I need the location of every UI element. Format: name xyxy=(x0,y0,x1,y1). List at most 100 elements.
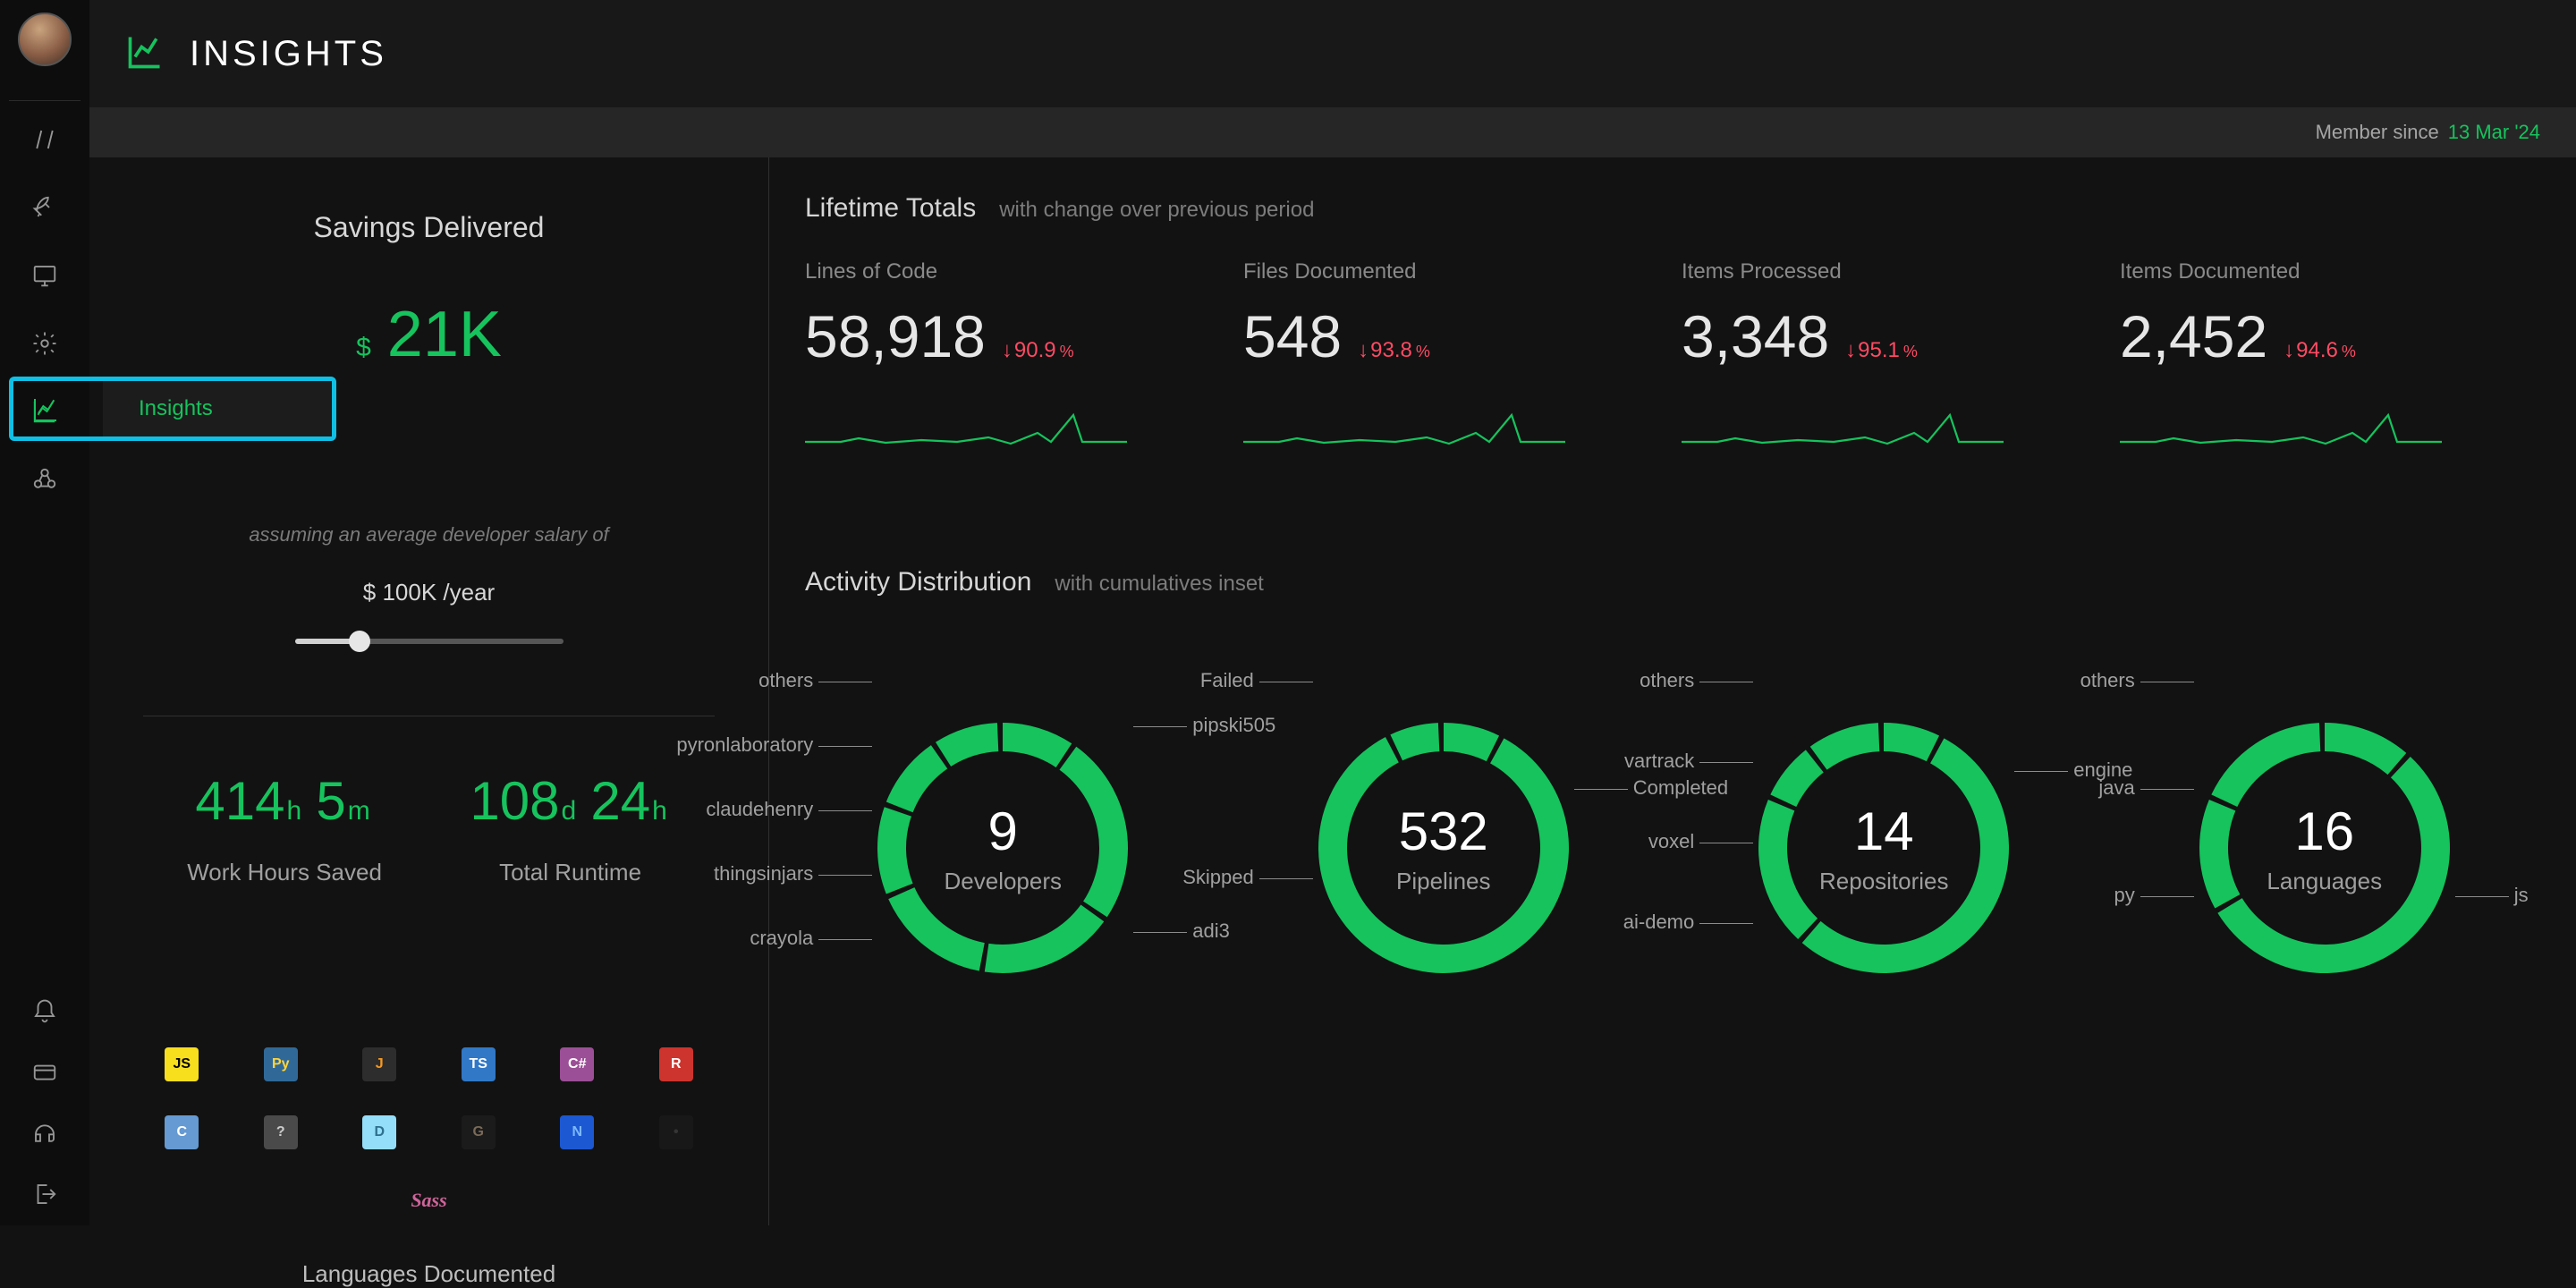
donut-value: 16 xyxy=(2267,801,2382,862)
main-content: Savings Delivered $ 21K assuming an aver… xyxy=(89,157,2576,1225)
page-title: INSIGHTS xyxy=(190,34,387,74)
insights-icon xyxy=(125,32,165,76)
total-change: ↓94.6% xyxy=(2284,338,2356,363)
language-tile: TS xyxy=(462,1047,496,1081)
member-since-label: Member since xyxy=(2316,121,2439,144)
work-hours-stat: 414h 5m Work Hours Saved xyxy=(187,770,382,886)
section-title: Activity Distribution xyxy=(805,567,1031,597)
total-value: 58,918 xyxy=(805,302,986,370)
section-subtitle: with change over previous period xyxy=(999,198,1314,223)
donut-leader: crayola xyxy=(750,927,877,950)
metrics-panel: Lifetime Totals with change over previou… xyxy=(769,157,2576,1225)
donut-card: 9Developersotherspyronlaboratoryclaudehe… xyxy=(805,633,1201,1063)
stat-label: Work Hours Saved xyxy=(187,859,382,886)
unit: m xyxy=(348,796,370,826)
savings-title: Savings Delivered xyxy=(143,211,715,244)
gear-icon[interactable] xyxy=(31,330,58,357)
total-label: Items Processed xyxy=(1682,259,2084,284)
rocket-icon[interactable] xyxy=(31,194,58,221)
donut-leader: Failed xyxy=(1200,669,1318,692)
total-value: 2,452 xyxy=(2120,302,2267,370)
value: 108 xyxy=(470,771,559,831)
donut-leader: js xyxy=(2450,884,2529,907)
sparkline xyxy=(2120,406,2522,460)
donut-leader: py xyxy=(2114,884,2199,907)
slider-knob[interactable] xyxy=(349,631,370,652)
salary-slider[interactable] xyxy=(295,639,564,644)
total-label: Files Documented xyxy=(1243,259,1646,284)
card-icon[interactable] xyxy=(31,1059,58,1086)
donut-leader: adi3 xyxy=(1128,919,1230,943)
donut-label: Pipelines xyxy=(1396,868,1491,895)
donut-label: Developers xyxy=(944,868,1062,895)
nav-rail xyxy=(0,0,89,1225)
savings-panel: Savings Delivered $ 21K assuming an aver… xyxy=(89,157,769,1225)
slashes-icon[interactable] xyxy=(31,126,58,153)
savings-value: 21K xyxy=(387,298,502,371)
arrow-down-icon: ↓ xyxy=(1358,338,1368,363)
unit: h xyxy=(286,796,301,826)
donut-center: 16 Languages xyxy=(2267,801,2382,895)
total-value: 3,348 xyxy=(1682,302,1829,370)
section-subtitle: with cumulatives inset xyxy=(1055,572,1263,597)
donut-leader: others xyxy=(1640,669,1758,692)
runtime-stat: 108d 24h Total Runtime xyxy=(470,770,670,886)
total-label: Items Documented xyxy=(2120,259,2522,284)
donut-card: 532PipelinesFailedSkippedCompleted xyxy=(1246,633,1642,1063)
donut-value: 532 xyxy=(1396,801,1491,862)
arrow-down-icon: ↓ xyxy=(1002,338,1013,363)
value: 24 xyxy=(590,771,650,831)
donut-row: 9Developersotherspyronlaboratoryclaudehe… xyxy=(805,633,2522,1063)
sparkline xyxy=(1243,406,1646,460)
total-change: ↓93.8% xyxy=(1358,338,1430,363)
arrow-down-icon: ↓ xyxy=(2284,338,2294,363)
total-card: Files Documented548↓93.8% xyxy=(1243,259,1646,460)
nav-active-label[interactable]: Insights xyxy=(139,396,213,421)
slider-track-filled xyxy=(295,639,354,644)
donut-leader: thingsinjars xyxy=(714,862,877,886)
webhook-icon[interactable] xyxy=(31,466,58,493)
donut-value: 9 xyxy=(944,801,1062,862)
donut-label: Languages xyxy=(2267,868,2382,895)
language-tile: Sass xyxy=(411,1183,446,1217)
logout-icon[interactable] xyxy=(31,1181,58,1208)
donut-leader: java xyxy=(2098,776,2199,800)
desktop-icon[interactable] xyxy=(31,262,58,289)
nav-active-highlight: Insights xyxy=(9,377,336,441)
total-change: ↓95.1% xyxy=(1845,338,1918,363)
donut-leader: vartrack xyxy=(1624,750,1758,773)
bell-icon[interactable] xyxy=(31,998,58,1025)
donut-leader: pyronlaboratory xyxy=(676,733,877,757)
donut-leader: Skipped xyxy=(1182,866,1318,889)
value: 414 xyxy=(195,771,284,831)
language-tile: J xyxy=(362,1047,396,1081)
total-card: Lines of Code58,918↓90.9% xyxy=(805,259,1208,460)
salary-value: $ 100K /year xyxy=(143,579,715,606)
language-tile: • xyxy=(659,1115,693,1149)
donut-leader: others xyxy=(2080,669,2199,692)
arrow-down-icon: ↓ xyxy=(1845,338,1856,363)
total-card: Items Processed 3,348 ↓95.1% xyxy=(1682,259,2084,460)
donut-leader: others xyxy=(758,669,877,692)
language-tile: D xyxy=(362,1115,396,1149)
page-header: INSIGHTS xyxy=(89,0,2576,107)
language-tile: Py xyxy=(264,1047,298,1081)
sparkline xyxy=(805,406,1208,460)
subheader-bar: Member since 13 Mar '24 xyxy=(89,107,2576,157)
unit: d xyxy=(561,796,576,826)
activity-header: Activity Distribution with cumulatives i… xyxy=(805,567,2522,597)
totals-row: Lines of Code58,918↓90.9%Files Documente… xyxy=(805,259,2522,460)
insights-icon xyxy=(31,395,60,428)
stats-row: 414h 5m Work Hours Saved 108d 24h Total … xyxy=(143,770,715,886)
avatar[interactable] xyxy=(18,13,72,66)
language-caption: Languages Documented xyxy=(143,1260,715,1288)
language-tile: C# xyxy=(560,1047,594,1081)
headset-icon[interactable] xyxy=(31,1120,58,1147)
donut-leader: claudehenry xyxy=(706,798,877,821)
member-since-date: 13 Mar '24 xyxy=(2448,121,2540,144)
language-tile: JS xyxy=(165,1047,199,1081)
donut-label: Repositories xyxy=(1819,868,1949,895)
savings-amount: $ 21K xyxy=(143,298,715,371)
language-tile: G xyxy=(462,1115,496,1149)
language-tile: ? xyxy=(264,1115,298,1149)
